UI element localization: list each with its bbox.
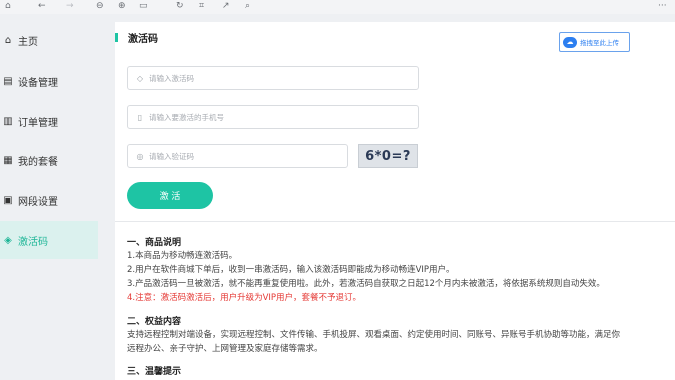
zoom-in-icon[interactable]: ⊕ (118, 0, 126, 12)
captcha-field[interactable]: ◎ (127, 144, 348, 168)
phone-input[interactable] (149, 112, 409, 122)
shield-icon: ◈ (4, 234, 12, 246)
captcha-input[interactable] (149, 151, 339, 161)
fit-icon[interactable]: ▭ (139, 0, 148, 12)
home-icon: ⌂ (4, 34, 12, 46)
upload-button[interactable]: ☁ 拖拽至此上传 (559, 32, 630, 52)
toolbar: ⌂ ← → ⊖ ⊕ ▭ ↻ ⌗ ↗ ⌕ ··· (0, 0, 675, 14)
upload-button-label: 拖拽至此上传 (580, 39, 619, 47)
info-line: 远程办公、亲子守护、上网管理及家庭存储等需求。 (127, 344, 323, 354)
phone-icon: ▯ (137, 112, 143, 122)
search-icon[interactable]: ⌕ (245, 0, 250, 12)
sidebar: ⌂ 主页 ▤ 设备管理 ▥ 订单管理 ▦ 我的套餐 ▣ 网段设置 ◈ 激活码 (0, 14, 100, 380)
main-panel: 激活码 ☁ 拖拽至此上传 ◇ ▯ ◎ 6*0=? 激 活 一、商品说明 1.本商… (115, 22, 675, 380)
page-title: 激活码 (128, 34, 158, 45)
shield-icon: ◇ (136, 73, 144, 83)
order-icon: ▥ (3, 115, 13, 127)
sidebar-item-label: 订单管理 (18, 117, 58, 129)
info-line: 3.产品激活码一旦被激活，就不能再重复使用啦。此外，若激活码自获取之日起12个月… (127, 279, 605, 289)
phone-field[interactable]: ▯ (127, 105, 419, 129)
sidebar-item-home[interactable]: ⌂ 主页 (0, 21, 98, 59)
back-icon[interactable]: ← (38, 0, 46, 12)
device-icon: ▤ (3, 75, 13, 87)
cloud-upload-icon: ☁ (563, 36, 577, 48)
info-line: 1.本商品为移动畅连激活码。 (127, 251, 238, 261)
zoom-out-icon[interactable]: ⊖ (96, 0, 104, 12)
sidebar-item-label: 我的套餐 (18, 156, 58, 168)
info-line: 2.用户在软件商城下单后，收到一串激活码，输入该激活码即能成为移动畅连VIP用户… (127, 265, 455, 275)
section-heading: 二、权益内容 (127, 317, 182, 327)
share-icon[interactable]: ↗ (222, 0, 230, 12)
section-heading: 三、温馨提示 (127, 367, 182, 377)
sidebar-item-label: 激活码 (18, 236, 48, 248)
sidebar-item-label: 设备管理 (18, 77, 58, 89)
sidebar-item-package[interactable]: ▦ 我的套餐 (0, 141, 98, 179)
sidebar-item-devices[interactable]: ▤ 设备管理 (0, 62, 98, 100)
title-accent-bar (115, 33, 118, 42)
sidebar-item-orders[interactable]: ▥ 订单管理 (0, 102, 98, 140)
sidebar-item-label: 网段设置 (18, 196, 58, 208)
more-icon[interactable]: ··· (658, 0, 667, 12)
activation-code-field[interactable]: ◇ (127, 66, 419, 90)
network-icon: ▣ (3, 194, 13, 206)
rotate-icon[interactable]: ↻ (176, 0, 184, 12)
sidebar-item-activation-code[interactable]: ◈ 激活码 (0, 221, 98, 259)
package-icon: ▦ (3, 154, 13, 166)
captcha-image[interactable]: 6*0=? (358, 144, 418, 168)
info-line: 支持远程控制对端设备，实现远程控制、文件传输、手机投屏、观看桌面、约定使用时间、… (127, 330, 621, 340)
crop-icon[interactable]: ⌗ (199, 0, 204, 12)
forward-icon[interactable]: → (66, 0, 74, 12)
home-icon[interactable]: ⌂ (5, 0, 11, 12)
sidebar-item-label: 主页 (18, 36, 38, 48)
activate-button[interactable]: 激 活 (127, 182, 213, 209)
verify-icon: ◎ (136, 151, 144, 161)
warning-line: 4.注意：激活码激活后，用户升级为VIP用户，套餐不予退订。 (127, 293, 362, 303)
divider (115, 221, 675, 222)
activation-code-input[interactable] (149, 73, 409, 83)
sidebar-item-network[interactable]: ▣ 网段设置 (0, 181, 98, 219)
section-heading: 一、商品说明 (127, 238, 182, 248)
